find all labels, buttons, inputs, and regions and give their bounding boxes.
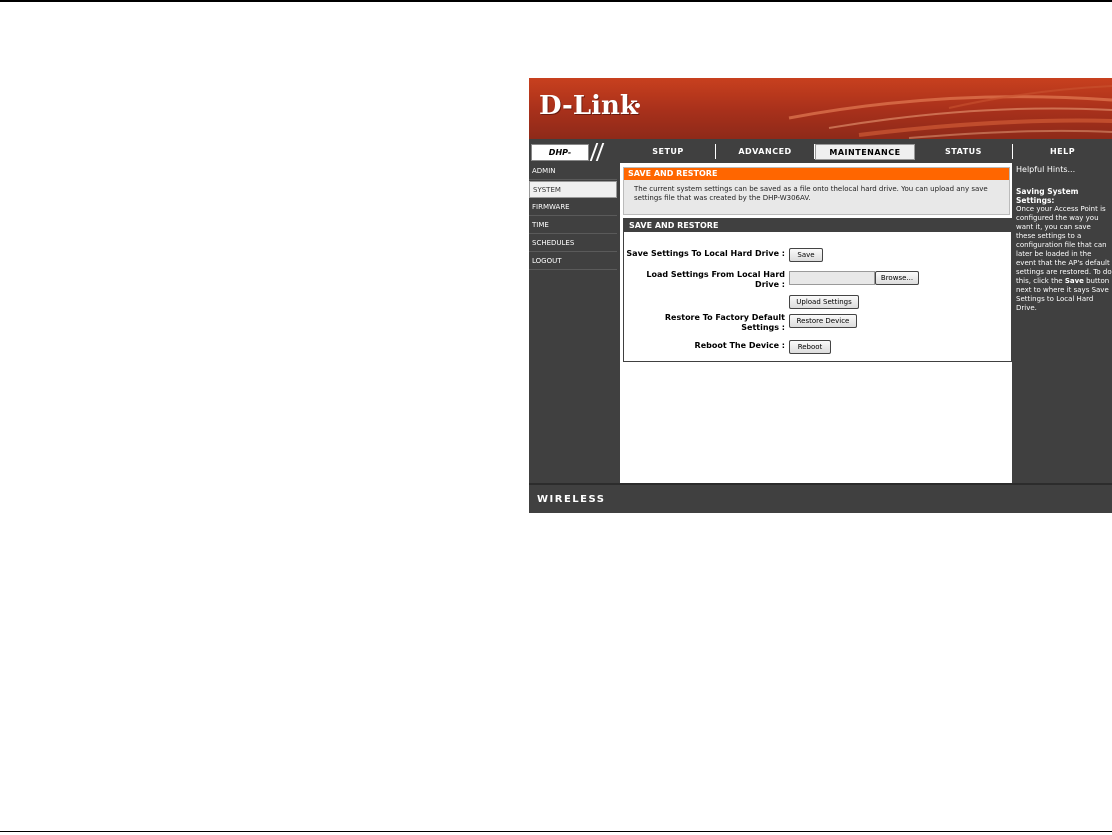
help-heading: Saving System Settings: — [1016, 187, 1079, 205]
tab-maintenance[interactable]: MAINTENANCE — [815, 144, 915, 160]
upload-settings-button[interactable]: Upload Settings — [789, 295, 859, 309]
sidebar-item-admin[interactable]: ADMIN — [529, 163, 617, 180]
sidebar-item-time[interactable]: TIME — [529, 217, 617, 234]
restore-device-button[interactable]: Restore Device — [789, 314, 857, 328]
tab-advanced[interactable]: ADVANCED — [716, 144, 815, 159]
save-restore-panel: SAVE AND RESTORE Save Settings To Local … — [623, 218, 1012, 362]
footer-brand: WIRELESS — [537, 494, 606, 505]
sidebar-item-schedules[interactable]: SCHEDULES — [529, 235, 617, 252]
reboot-label: Reboot The Device : — [694, 341, 785, 350]
sidebar: ADMIN SYSTEM FIRMWARE TIME SCHEDULES LOG… — [529, 163, 617, 483]
intro-text: The current system settings can be saved… — [634, 185, 988, 202]
save-settings-label: Save Settings To Local Hard Drive : — [626, 249, 785, 258]
help-text: Once your Access Point is configured the… — [1016, 205, 1112, 313]
main-content: SAVE AND RESTORE The current system sett… — [620, 163, 1012, 485]
logo-dot-icon — [635, 103, 640, 108]
sidebar-item-logout[interactable]: LOGOUT — [529, 253, 617, 270]
restore-default-label-2: Settings : — [741, 323, 785, 332]
intro-panel: SAVE AND RESTORE The current system sett… — [623, 167, 1010, 215]
router-admin-page: D-Link DHP-W306AV SETUP ADVANCED MAINTEN… — [529, 78, 1112, 513]
help-panel: Helpful Hints... Saving System Settings:… — [1014, 163, 1112, 483]
browse-button[interactable]: Browse... — [875, 271, 919, 285]
tab-status[interactable]: STATUS — [915, 144, 1013, 159]
restore-default-label: Restore To Factory Default — [664, 313, 785, 322]
footer-bar: WIRELESS — [529, 483, 1112, 513]
save-button[interactable]: Save — [789, 248, 823, 262]
load-settings-label: Load Settings From Local Hard — [646, 270, 785, 279]
dlink-logo: D-Link — [539, 91, 638, 121]
intro-title: SAVE AND RESTORE — [624, 168, 1009, 180]
tab-help[interactable]: HELP — [1013, 144, 1112, 159]
sidebar-item-firmware[interactable]: FIRMWARE — [529, 199, 617, 216]
load-settings-label-2: Drive : — [755, 280, 785, 289]
file-path-input[interactable] — [789, 271, 875, 285]
header-banner: D-Link — [529, 78, 1112, 139]
top-rule — [0, 0, 1112, 2]
sidebar-item-system[interactable]: SYSTEM — [529, 181, 617, 198]
tab-bar: DHP-W306AV SETUP ADVANCED MAINTENANCE ST… — [529, 141, 1112, 172]
tab-setup[interactable]: SETUP — [621, 144, 716, 159]
panel-title: SAVE AND RESTORE — [624, 219, 1011, 232]
reboot-button[interactable]: Reboot — [789, 340, 831, 354]
help-title: Helpful Hints... — [1016, 165, 1076, 174]
model-name: DHP-W306AV — [531, 144, 589, 172]
help-text-bold: Save — [1064, 277, 1084, 285]
bottom-rule — [0, 831, 1112, 832]
help-text-part: Once your Access Point is configured the… — [1016, 205, 1112, 285]
